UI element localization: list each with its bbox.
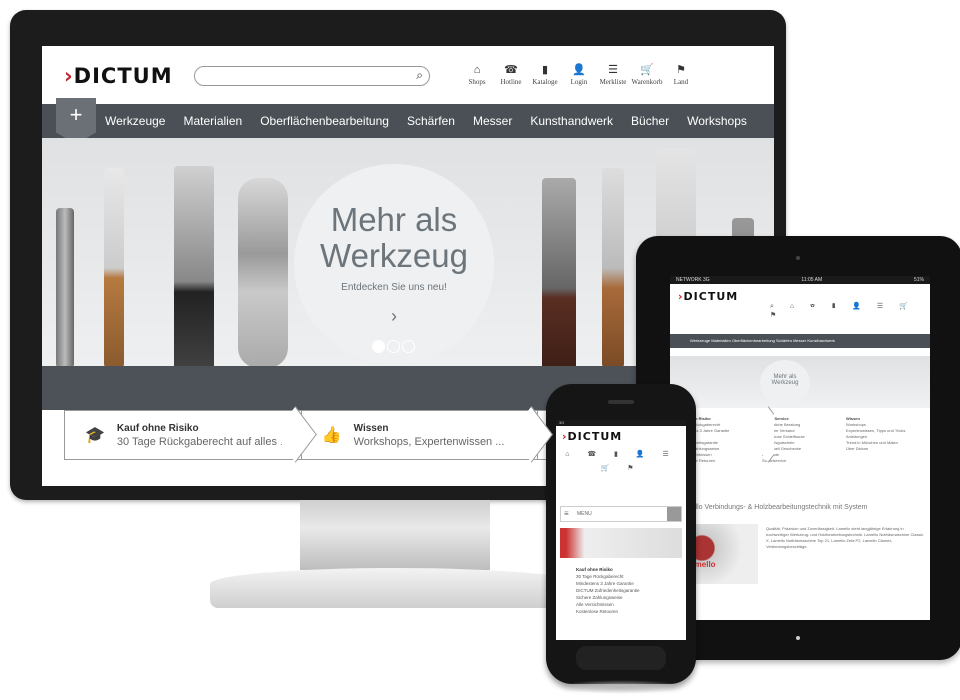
list-item[interactable]: Sichere Zahlungsweise (576, 594, 640, 601)
chisel-image (602, 168, 624, 368)
cap-icon: 🎓 (85, 427, 105, 444)
phone-status-bar: 3G (556, 420, 686, 426)
column-item[interactable]: Schärfservice (762, 458, 840, 464)
nav-item-messer[interactable]: Messer (464, 114, 521, 128)
list-item[interactable]: 30 Tage Rückgaberecht (576, 573, 640, 580)
search-input[interactable]: ⌕ (194, 66, 430, 86)
catalog-icon: ▮ (541, 64, 549, 76)
hero-title: Mehr als Werkzeug (320, 201, 468, 274)
tablet-camera (796, 256, 800, 260)
slider-dots (372, 340, 415, 353)
hero-banner[interactable] (560, 528, 682, 558)
nav-item-oberflächenbearbeitung[interactable]: Oberflächenbearbeitung (251, 114, 398, 128)
phone-speaker (608, 400, 634, 404)
chisel-image (104, 168, 124, 368)
header-link-login[interactable]: 👤 Login (562, 62, 596, 96)
list-item[interactable]: Kostenlose Retouren (576, 608, 640, 615)
feature-subtitle: Workshops, Expertenwissen ... (353, 435, 505, 448)
knife-image (174, 166, 214, 376)
nav-item-werkzeuge[interactable]: Werkzeuge (96, 114, 174, 128)
shop-icon: ⌂ (473, 64, 481, 76)
tablet-home-button (796, 636, 800, 640)
tablet-status-bar: NETWORK 3G 11:05 AM 51% (670, 276, 930, 284)
slider-dot[interactable] (387, 340, 400, 353)
list-item[interactable]: Mindestens 3 Jahre Garantie (576, 580, 640, 587)
feature-title: Kauf ohne Risiko (116, 422, 199, 434)
nav-items: Werkzeuge Materialien Oberflächenbearbeitu… (96, 114, 756, 128)
main-nav[interactable]: Werkzeuge Materialien Oberflächenbearbei… (670, 334, 930, 348)
header-link-shops[interactable]: ⌂ Shops (460, 62, 494, 96)
nav-item-workshops[interactable]: Workshops (678, 114, 756, 128)
hero-circle[interactable]: Mehr als Werkzeug Entdecken Sie uns neu! … (294, 164, 494, 364)
brand-logo[interactable]: ›DICTUM (562, 430, 622, 443)
phone-frame: 3G ›DICTUM ⌂ ☎ ▮ 👤 ☰ 🛒 ⚑ ≡ MENU Kauf ohne … (546, 384, 696, 684)
header-link-label: Shops (468, 78, 486, 86)
pruning-shears-image (238, 178, 288, 368)
header-link-land[interactable]: ⚑ Land (664, 62, 698, 96)
monitor-base (210, 568, 580, 608)
header-link-label: Login (570, 78, 588, 86)
nav-item-schärfen[interactable]: Schärfen (398, 114, 464, 128)
brand-logo[interactable]: ›DICTUM (64, 64, 173, 88)
menu-button[interactable]: ≡ MENU (560, 506, 682, 522)
main-nav: + Werkzeuge Materialien Oberflächenbearbei… (42, 98, 774, 144)
brand-logo[interactable]: ›DICTUM (678, 290, 738, 303)
cart-icon: 🛒 (640, 64, 654, 76)
search-button[interactable] (667, 507, 681, 521)
nav-item-materialien[interactable]: Materialien (174, 114, 251, 128)
brush-image (542, 178, 576, 378)
header-link-label: Land (673, 78, 689, 86)
feature-text: Kauf ohne Risiko 30 Tage Rückgaberecht au… (117, 423, 289, 448)
hero-title: Mehr als Werkzeug (760, 360, 810, 406)
tablet-screen: NETWORK 3G 11:05 AM 51% ›DICTUM ⌕ ⌂ ☎ ▮ 👤 … (670, 276, 930, 620)
header-link-label: Kataloge (532, 78, 558, 86)
phone-shadow (556, 680, 686, 694)
feature-text: Wissen Workshops, Expertenwissen ... (354, 423, 505, 448)
list-item[interactable]: DICTUM Zufriedenheitsgarantie (576, 587, 640, 594)
section-body: Qualität, Präzision und Zuverlässigkeit.… (766, 526, 924, 549)
hero-banner[interactable]: Mehr als Werkzeug (670, 356, 930, 408)
feature-item[interactable]: 👍 Wissen Workshops, Expertenwissen ... (300, 410, 538, 460)
header-link-label: Warenkorb (631, 78, 663, 86)
header-link-hotline[interactable]: ☎ Hotline (494, 62, 528, 96)
header-icon-bar[interactable]: ⌕ ⌂ ☎ ▮ 👤 ☰ 🛒 ⚑ (770, 302, 930, 319)
phone-screen: 3G ›DICTUM ⌂ ☎ ▮ 👤 ☰ 🛒 ⚑ ≡ MENU Kauf ohne … (556, 420, 686, 640)
slider-dot[interactable] (372, 340, 385, 353)
info-column: Wissen Workshops Expertenwissen, Tipps und… (846, 416, 926, 452)
hamburger-icon: ≡ (564, 509, 569, 518)
list-title: Kauf ohne Risiko (576, 567, 613, 572)
info-list: Kauf ohne Risiko 30 Tage Rückgaberecht Min… (576, 566, 640, 615)
list-icon: ☰ (608, 64, 618, 76)
knife-image (56, 208, 74, 368)
column-item[interactable]: Über Dictum (846, 446, 926, 452)
section-headline: Lamello Verbindungs- & Holzbearbeitungst… (678, 504, 868, 511)
feature-item[interactable]: 🎓 Kauf ohne Risiko 30 Tage Rückgaberecht a… (64, 410, 301, 460)
flag-icon: ⚑ (676, 64, 686, 76)
header-link-label: Merkliste (599, 78, 627, 86)
phone-icon: ☎ (504, 64, 518, 76)
hero-subtitle: Entdecken Sie uns neu! (341, 282, 447, 293)
user-icon: 👤 (572, 64, 586, 76)
phone-home-button (576, 646, 666, 670)
feature-title: Wissen (353, 422, 389, 434)
monitor-stand (300, 500, 490, 570)
feature-subtitle: 30 Tage Rückgaberecht auf alles ... (116, 435, 290, 448)
header-link-merkliste[interactable]: ☰ Merkliste (596, 62, 630, 96)
slider-dot[interactable] (402, 340, 415, 353)
header-icon-bar: ⌂ Shops ☎ Hotline ▮ Kataloge 👤 Login ☰ Merkliste 🛒… (460, 62, 698, 96)
nav-item-bücher[interactable]: Bücher (622, 114, 678, 128)
header-link-kataloge[interactable]: ▮ Kataloge (528, 62, 562, 96)
nav-item-kunsthandwerk[interactable]: Kunsthandwerk (521, 114, 622, 128)
header-icon-bar[interactable]: ⌂ ☎ ▮ 👤 ☰ 🛒 ⚑ (560, 448, 682, 476)
search-icon[interactable]: ⌕ (416, 68, 423, 83)
header-link-warenkorb[interactable]: 🛒 Warenkorb (630, 62, 664, 96)
list-item[interactable]: Alle Versichtnissen (576, 601, 640, 608)
chevron-right-icon[interactable]: › (294, 306, 494, 327)
thumb-icon: 👍 (321, 427, 342, 444)
header-link-label: Hotline (500, 78, 522, 86)
